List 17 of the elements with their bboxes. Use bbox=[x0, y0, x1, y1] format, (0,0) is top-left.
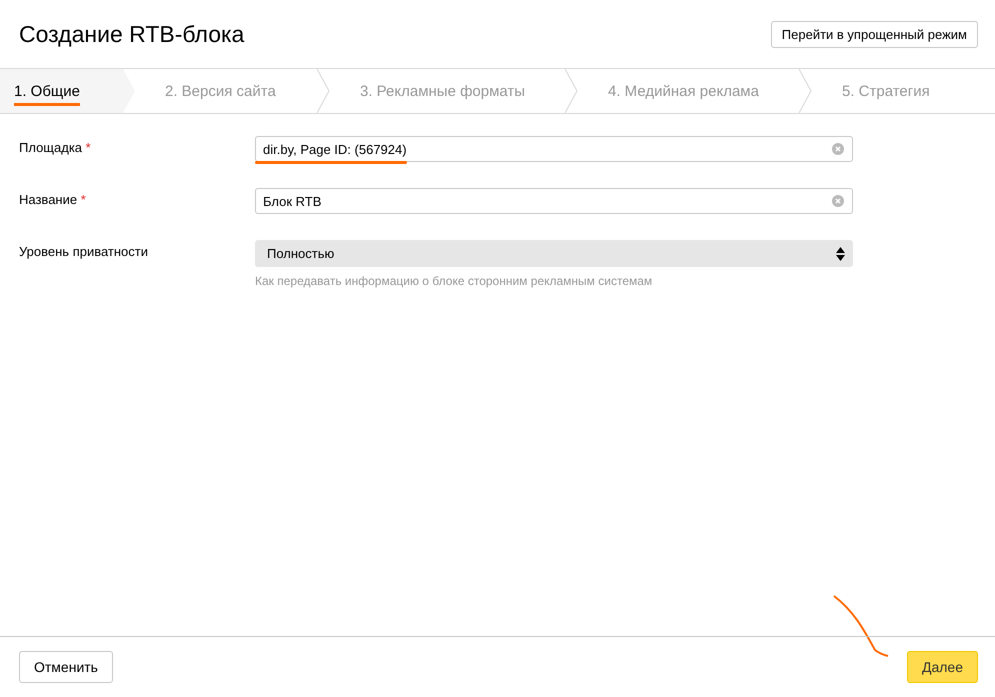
field-hint: Как передавать информацию о блоке сторонним рекламным системам bbox=[255, 274, 654, 288]
required-mark: * bbox=[86, 140, 91, 155]
text-field[interactable]: dir.by, Page ID: (567924) bbox=[255, 136, 853, 162]
field-label: Название bbox=[19, 192, 78, 207]
field-label: Площадка bbox=[19, 140, 82, 155]
required-mark: * bbox=[80, 192, 86, 207]
clear-icon[interactable] bbox=[832, 143, 844, 155]
cancel-button[interactable]: Отменить bbox=[19, 651, 113, 683]
wizard-step-tab[interactable]: 1. Общие bbox=[0, 69, 135, 113]
privacy-select[interactable]: Полностью bbox=[255, 240, 853, 267]
simple-mode-button[interactable]: Перейти в упрощенный режим bbox=[770, 20, 978, 48]
text-field[interactable]: Блок RTB bbox=[255, 188, 853, 214]
field-label: Уровень приватности bbox=[19, 244, 148, 259]
page-title: Создание RTB-блока bbox=[19, 20, 244, 48]
clear-icon[interactable] bbox=[832, 195, 844, 207]
next-button[interactable]: Далее bbox=[906, 651, 978, 683]
updown-arrows-icon bbox=[836, 246, 845, 260]
